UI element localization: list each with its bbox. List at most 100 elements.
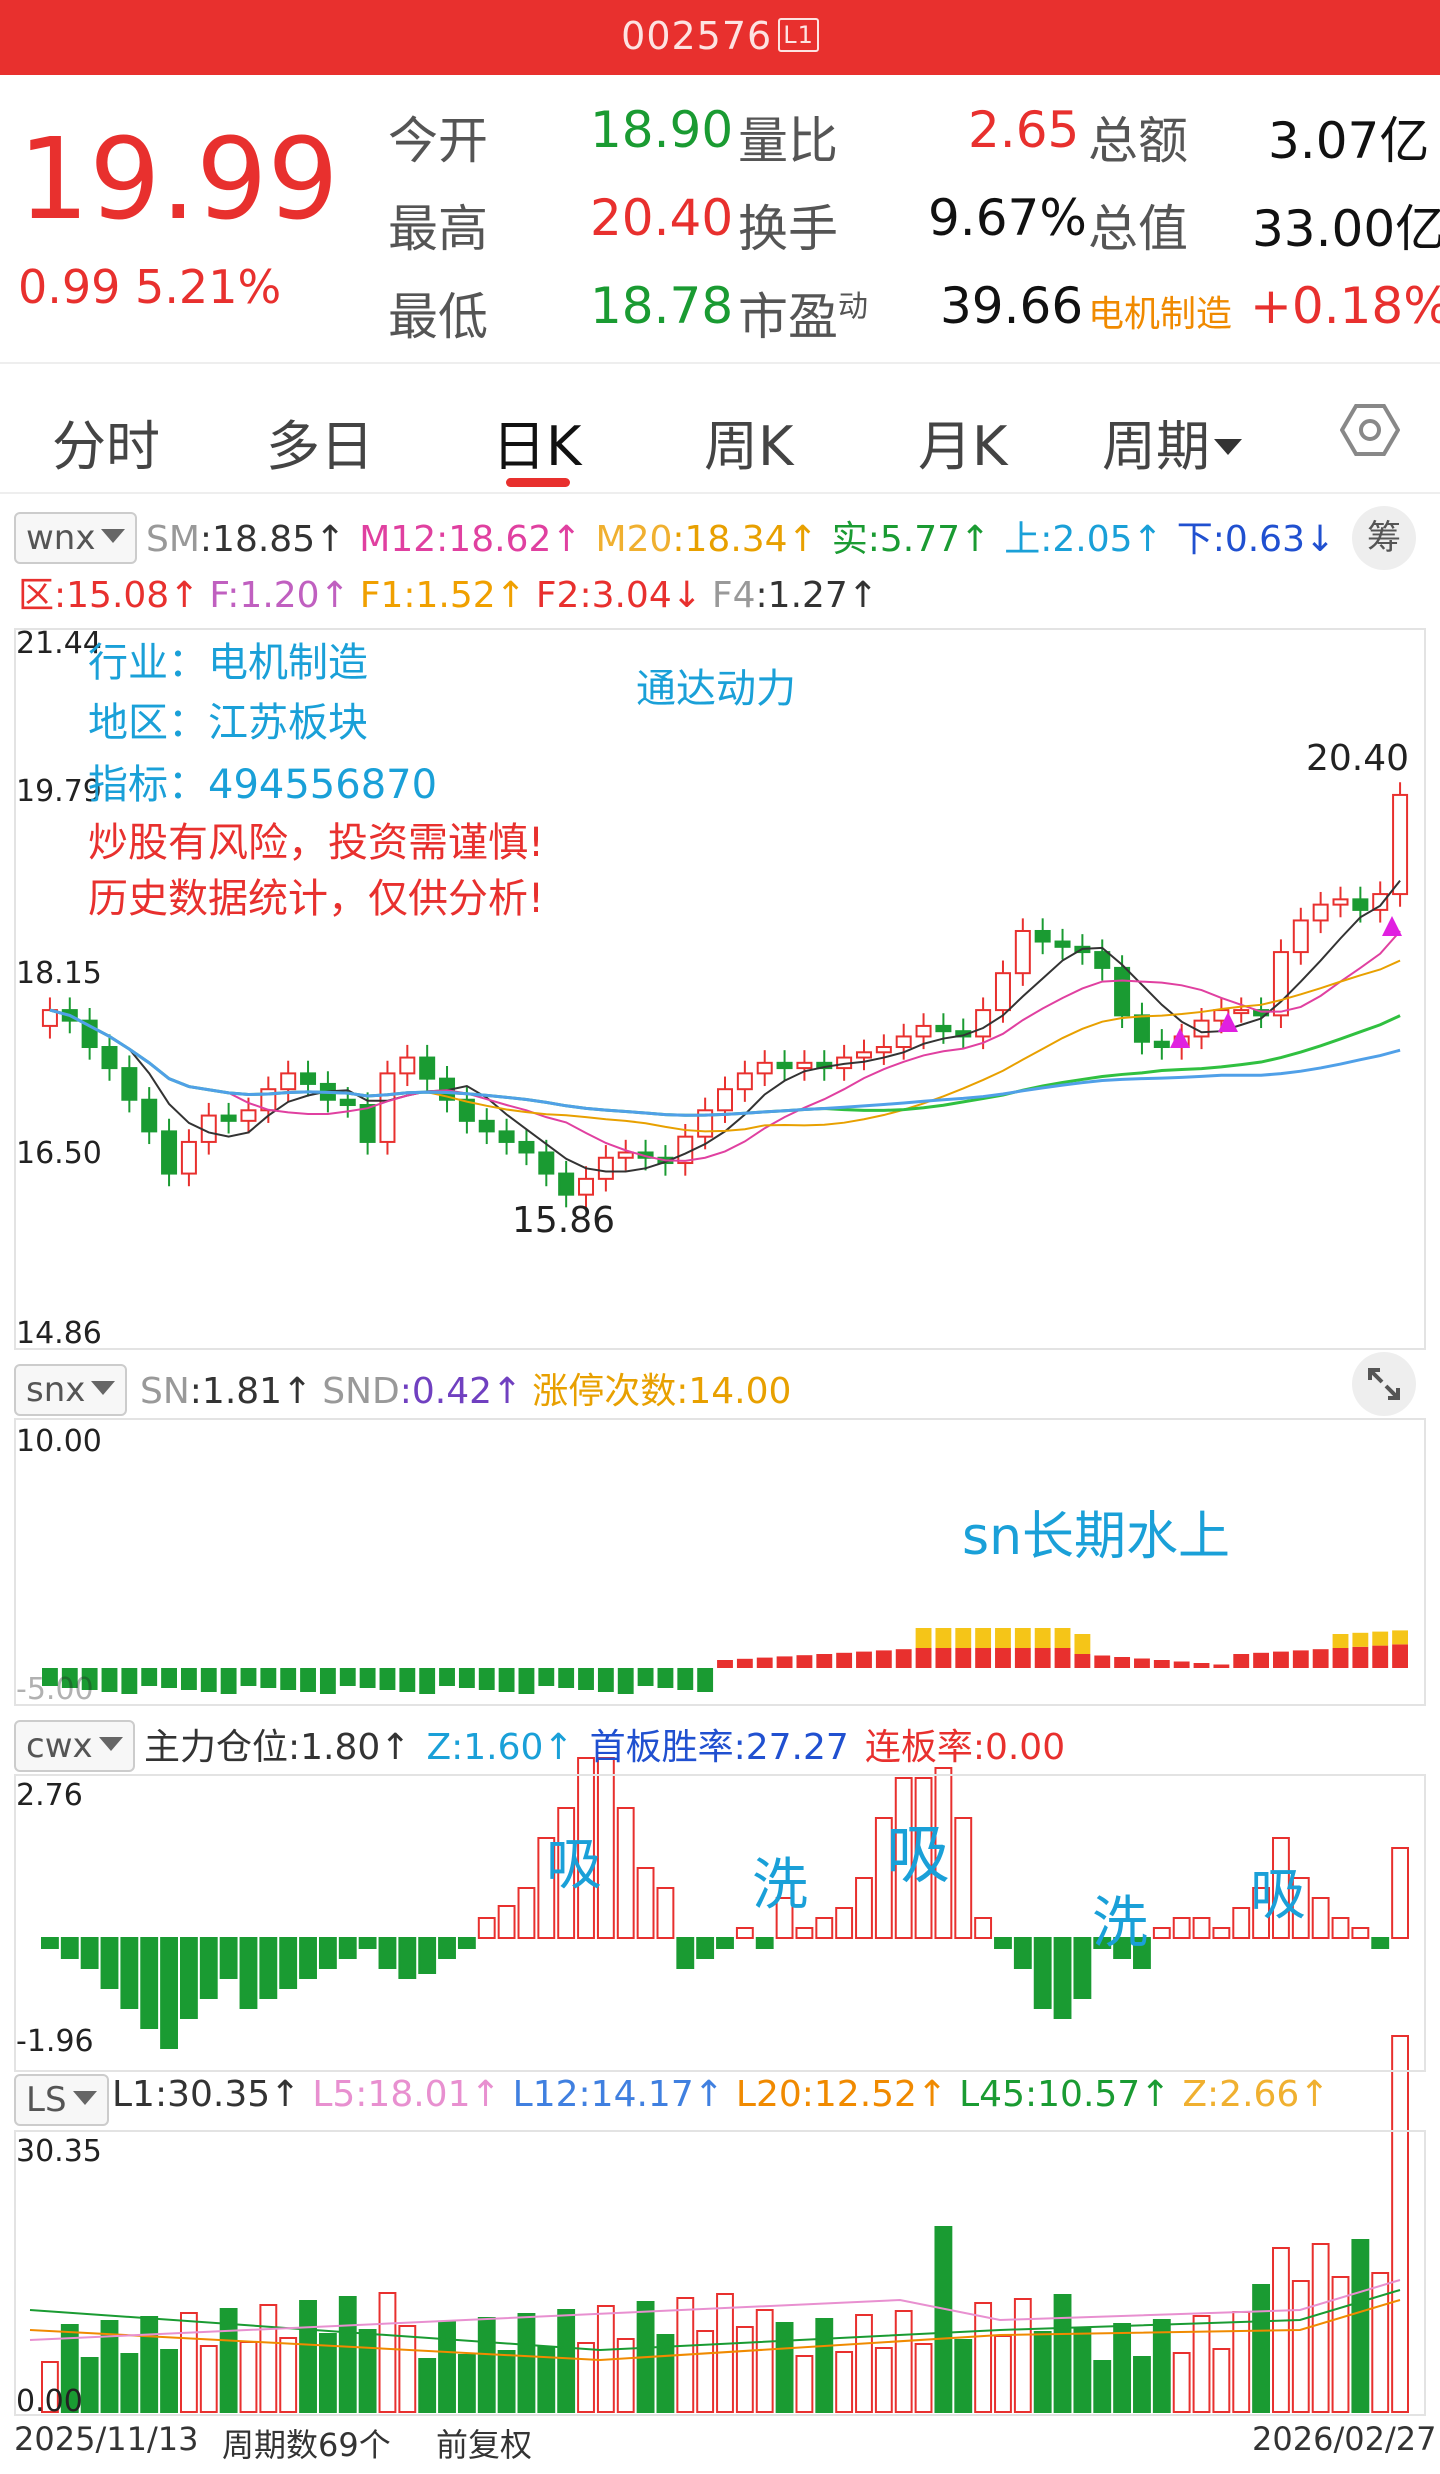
candle-body (1014, 929, 1031, 975)
candle-body (399, 1056, 416, 1075)
candle-body (1233, 1009, 1250, 1015)
cwx-indicator-selector[interactable]: cwx (14, 1720, 135, 1772)
candle-body (121, 1067, 138, 1101)
indicator-value: L45:10.57↑ (959, 2074, 1171, 2115)
ls-axis-top: 30.35 (16, 2134, 102, 2169)
candle-body (359, 1104, 376, 1143)
candle-body (339, 1098, 356, 1107)
candle-body (1114, 966, 1131, 1017)
chevron-down-icon (98, 1737, 123, 1751)
ls-indicators: L1:30.35↑ L5:18.01↑ L12:14.17↑ L20:12.52↑ L4… (112, 2074, 1341, 2115)
info-index: 指标：494556870 (88, 762, 438, 808)
candle-body (558, 1172, 575, 1196)
cwx-indicators: 主力仓位:1.80↑ Z:1.60↑ 首板胜率:27.27 连板率:0.00 (144, 1718, 1081, 1770)
kline-axis-label: 16.50 (16, 1136, 102, 1171)
candle-body (379, 1072, 396, 1143)
snx-axis-bottom: -5.00 (16, 1672, 94, 1707)
ls-panel (14, 2130, 1426, 2416)
candle-body (677, 1135, 694, 1165)
candle-body (478, 1119, 495, 1133)
candle-body (975, 1009, 992, 1038)
ls-axis-bottom: 0.00 (16, 2384, 83, 2419)
cwx-label-wash: 洗 (1092, 1891, 1148, 1956)
candle-body (1094, 951, 1111, 969)
candle-body (180, 1140, 197, 1175)
candle-body (915, 1024, 932, 1038)
candle-body (280, 1072, 297, 1091)
indicator-value: SND:0.42↑ (322, 1371, 523, 1412)
cwx-panel (14, 1774, 1426, 2072)
candle-body (101, 1046, 118, 1070)
candle-body (895, 1035, 912, 1049)
candle-body (875, 1046, 892, 1054)
indicator-value: 主力仓位:1.80↑ (144, 1727, 411, 1768)
candle-body (1352, 898, 1369, 911)
candle-body (736, 1072, 753, 1091)
indicator-value: 首板胜率:27.27 (589, 1727, 849, 1768)
snx-indicator-selector[interactable]: snx (14, 1364, 128, 1416)
candle-body (855, 1051, 872, 1059)
indicator-value: SN:1.81↑ (140, 1371, 313, 1412)
indicator-value: L5:18.01↑ (312, 2074, 501, 2115)
max-price-label: 20.40 (1306, 738, 1410, 779)
indicator-value: L1:30.35↑ (112, 2074, 301, 2115)
candle-body (578, 1177, 595, 1196)
candle-body (1392, 793, 1409, 896)
cwx-label-absorb: 吸 (886, 1819, 950, 1893)
indicator-value: 连板率:0.00 (864, 1727, 1066, 1768)
candle-body (1153, 1040, 1170, 1049)
adjust-mode[interactable]: 前复权 (436, 2420, 532, 2466)
ma-line (49, 930, 1401, 1162)
cwx-axis-top: 2.76 (16, 1778, 83, 1813)
buy-signal-icon (1382, 916, 1402, 936)
snx-note: sn长期水上 (962, 1507, 1231, 1567)
candle-body (240, 1109, 257, 1122)
info-region: 地区：江苏板块 (88, 700, 368, 746)
candle-body (518, 1140, 535, 1154)
cwx-label-absorb: 吸 (1250, 1863, 1306, 1928)
start-date: 2025/11/13 (14, 2420, 199, 2458)
candle-body (1054, 940, 1071, 948)
cwx-label-wash: 洗 (752, 1853, 808, 1918)
candle-body (498, 1130, 515, 1143)
indicator-value: Z:2.66↑ (1182, 2074, 1330, 2115)
candle-body (617, 1151, 634, 1159)
candle-body (717, 1088, 733, 1112)
candle-body (161, 1130, 178, 1175)
candle-body (1312, 903, 1329, 922)
cwx-axis-bottom: -1.96 (16, 2024, 94, 2059)
min-price-label: 15.86 (512, 1200, 616, 1241)
candle-body (141, 1098, 158, 1133)
candle-body (597, 1156, 614, 1180)
expand-icon[interactable] (1352, 1352, 1416, 1416)
candle-body (1133, 1014, 1150, 1043)
candle-body (300, 1072, 317, 1085)
end-date: 2026/02/27 (1252, 2420, 1437, 2458)
kline-axis-label: 14.86 (16, 1316, 102, 1351)
candle-body (935, 1024, 952, 1033)
indicator-value: Z:1.60↑ (426, 1727, 574, 1768)
cwx-label-absorb: 吸 (546, 1833, 602, 1898)
ls-indicator-selector[interactable]: LS (14, 2074, 109, 2126)
candle-body (1332, 898, 1349, 906)
indicator-value: L12:14.17↑ (512, 2074, 724, 2115)
history-note: 历史数据统计，仅供分析! (88, 876, 545, 922)
indicator-value: L20:12.52↑ (735, 2074, 948, 2115)
candle-body (1292, 919, 1309, 954)
snx-axis-top: 10.00 (16, 1424, 102, 1459)
candle-body (538, 1151, 555, 1175)
candle-body (756, 1061, 773, 1075)
candle-body (200, 1114, 217, 1143)
candle-body (994, 972, 1011, 1012)
chevron-down-icon (72, 2091, 97, 2105)
candle-body (419, 1056, 436, 1080)
risk-warning: 炒股有风险，投资需谨慎! (88, 820, 545, 866)
info-industry: 行业：电机制造 (88, 640, 368, 686)
indicator-value: 涨停次数:14.00 (532, 1371, 792, 1412)
candle-body (1034, 929, 1051, 943)
stock-name: 通达动力 (636, 666, 796, 712)
kline-axis-label: 18.15 (16, 956, 102, 991)
candle-body (220, 1114, 237, 1122)
candle-body (796, 1061, 813, 1070)
chevron-down-icon (91, 1381, 116, 1395)
